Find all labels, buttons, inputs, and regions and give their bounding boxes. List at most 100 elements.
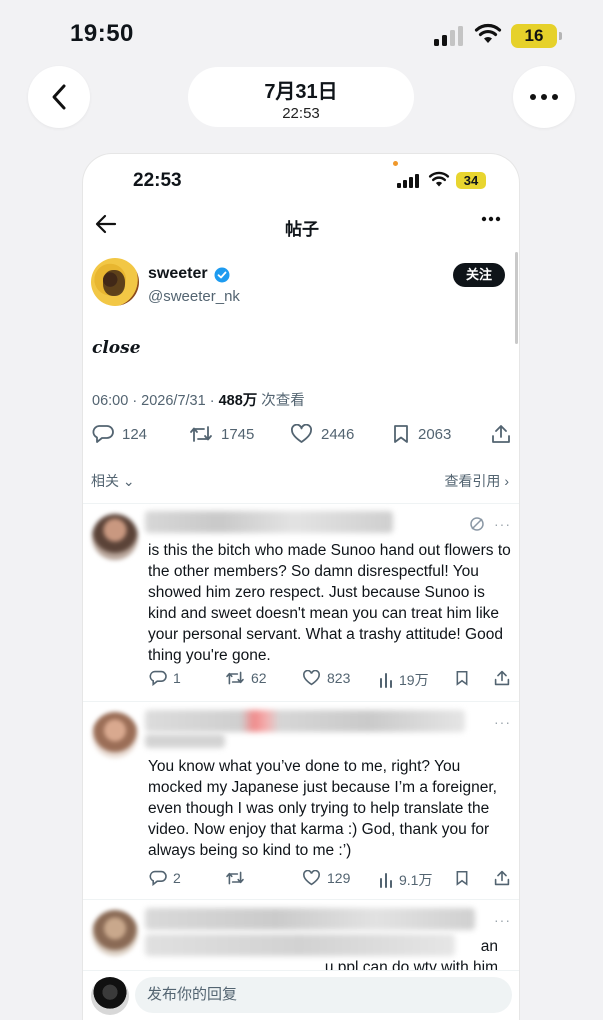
- reply-bookmark-button[interactable]: [455, 670, 475, 686]
- ellipsis-icon: [530, 94, 558, 100]
- analytics-icon: [380, 673, 392, 688]
- reply-reply-count: 2: [173, 870, 181, 886]
- reply-view-count: 9.1万: [399, 872, 433, 888]
- reply-like-count: 129: [327, 870, 351, 886]
- related-bar: 相关 ⌄ 查看引用 ›: [83, 469, 519, 491]
- reply-repost-button[interactable]: [225, 870, 251, 886]
- chevron-down-icon: ⌄: [122, 473, 135, 489]
- reply-more-icon[interactable]: ···: [494, 912, 511, 928]
- redacted-username: [145, 511, 393, 533]
- post-topbar: 帖子: [83, 206, 519, 246]
- outer-status-bar: 19:50 16: [0, 0, 603, 70]
- post-screenshot: 22:53 34 帖子 sweeter @sweeter_nk 关注 close…: [82, 153, 520, 1020]
- bookmark-icon: [456, 671, 468, 686]
- comment-icon: [149, 670, 167, 686]
- reply-avatar[interactable]: [92, 910, 138, 956]
- reply-reply-button[interactable]: 2: [149, 870, 181, 886]
- reply-like-count: 823: [327, 670, 351, 686]
- scrollbar[interactable]: [515, 252, 518, 344]
- reply-bookmark-button[interactable]: [455, 870, 475, 886]
- reply-avatar[interactable]: [92, 712, 138, 758]
- wifi-icon: [474, 23, 502, 43]
- chevron-right-icon: ›: [504, 473, 509, 489]
- reply-view-count: 19万: [399, 672, 429, 688]
- repost-icon: [226, 671, 244, 685]
- comment-icon: [92, 425, 114, 443]
- heart-icon: [303, 670, 320, 686]
- reply-more-icon[interactable]: ···: [494, 516, 511, 532]
- divider: [83, 701, 519, 702]
- post-actions: 124 1745 2446 2063: [83, 424, 519, 448]
- reply-more-icon[interactable]: ···: [494, 714, 511, 730]
- divider: [83, 503, 519, 504]
- view-count: 488万: [218, 393, 258, 409]
- mute-icon[interactable]: [469, 516, 485, 532]
- divider: [83, 899, 519, 900]
- date-label: 7月31日: [264, 81, 338, 103]
- repost-count: 1745: [221, 425, 255, 443]
- bookmark-count: 2063: [418, 425, 452, 443]
- time-label: 22:53: [282, 105, 320, 122]
- redacted-username: [145, 710, 465, 732]
- reply-share-button[interactable]: [494, 670, 516, 686]
- reply-views[interactable]: 9.1万: [379, 870, 432, 890]
- reply-input[interactable]: 发布你的回复: [135, 977, 512, 1013]
- repost-icon: [190, 426, 212, 442]
- battery-icon: 16: [511, 24, 562, 48]
- share-icon: [494, 670, 510, 686]
- date-header: 7月31日 22:53: [188, 67, 414, 127]
- reply-button[interactable]: 124: [92, 424, 147, 444]
- outer-clock: 19:50: [70, 20, 134, 47]
- post-meta: 06:00 · 2026/7/31 · 488万 次查看: [92, 389, 305, 410]
- view-label: 次查看: [257, 393, 305, 409]
- inner-status-bar: 22:53 34: [83, 154, 519, 204]
- related-dropdown[interactable]: 相关 ⌄: [91, 471, 135, 491]
- reply-share-button[interactable]: [494, 870, 516, 886]
- share-icon: [494, 870, 510, 886]
- reply-actions: 1 62 823 19万: [83, 670, 519, 690]
- cellular-signal-icon: [397, 174, 419, 188]
- reply-repost-count: 62: [251, 670, 267, 686]
- avatar: [91, 977, 129, 1015]
- verified-badge-icon: [214, 267, 230, 283]
- share-button[interactable]: [491, 424, 519, 444]
- reply-composer: 发布你的回复: [83, 970, 519, 1020]
- back-button[interactable]: [28, 66, 90, 128]
- post-text: close: [92, 338, 141, 358]
- ellipsis-icon[interactable]: [481, 216, 501, 222]
- author-handle[interactable]: @sweeter_nk: [148, 288, 240, 305]
- like-button[interactable]: 2446: [290, 424, 354, 444]
- page-title: 帖子: [285, 220, 319, 239]
- redacted-reply-context: [145, 734, 225, 748]
- reply-reply-count: 1: [173, 670, 181, 686]
- reply-views[interactable]: 19万: [379, 670, 429, 690]
- view-quotes-label: 查看引用: [444, 473, 501, 489]
- bookmark-icon: [394, 425, 408, 443]
- reply-like-button[interactable]: 823: [302, 670, 350, 686]
- heart-icon: [303, 870, 320, 886]
- bookmark-button[interactable]: 2063: [392, 424, 451, 444]
- view-quotes-link[interactable]: 查看引用 ›: [444, 471, 509, 491]
- reply-avatar[interactable]: [92, 514, 138, 560]
- post-author: sweeter @sweeter_nk: [91, 258, 511, 314]
- repost-button[interactable]: 1745: [189, 424, 254, 444]
- repost-icon: [226, 871, 244, 885]
- reply-like-button[interactable]: 129: [302, 870, 350, 886]
- privacy-indicator-icon: [393, 161, 398, 166]
- reply-text: is this the bitch who made Sunoo hand ou…: [148, 542, 511, 664]
- analytics-icon: [380, 873, 392, 888]
- bookmark-icon: [456, 871, 468, 886]
- share-icon: [492, 425, 510, 443]
- comment-icon: [149, 870, 167, 886]
- reply-actions: 2 129 9.1万: [83, 870, 519, 890]
- reply-text: You know what you’ve done to me, right? …: [148, 758, 497, 859]
- redacted-username: [145, 908, 475, 930]
- avatar[interactable]: [91, 258, 139, 306]
- reply-reply-button[interactable]: 1: [149, 670, 181, 686]
- follow-button[interactable]: 关注: [453, 263, 505, 287]
- more-options-button[interactable]: [513, 66, 575, 128]
- heart-icon: [291, 424, 312, 443]
- battery-icon: 34: [456, 172, 486, 189]
- author-name[interactable]: sweeter: [148, 265, 208, 283]
- reply-repost-button[interactable]: 62: [225, 670, 267, 686]
